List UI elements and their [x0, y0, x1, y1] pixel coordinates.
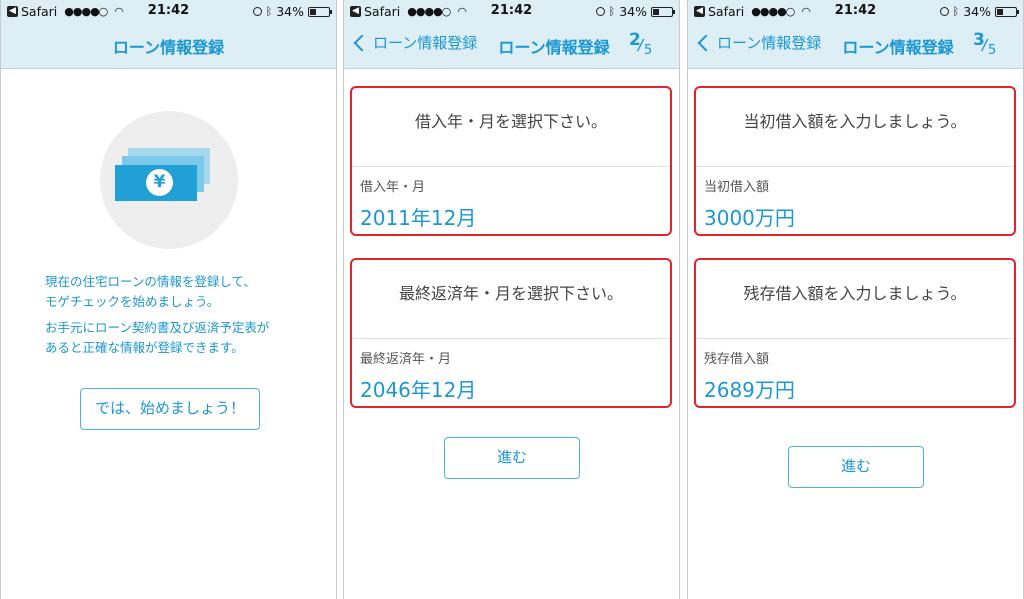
step-indicator: 2 / 5: [629, 30, 657, 58]
nav-bar: ローン情報登録 ローン情報登録 2 / 5: [344, 22, 679, 68]
loan-start-value[interactable]: 2011年12月: [360, 202, 476, 231]
screen-loan-dates: ◀ Safari ●●●●○ ◠ 21:42 ᛒ 34% ローン情報登録 ローン…: [343, 0, 680, 599]
nav-back-label: ローン情報登録: [373, 34, 478, 52]
nav-back-label: ローン情報登録: [717, 34, 822, 52]
screen-loan-amounts: ◀ Safari ●●●●○ ◠ 21:42 ᛒ 34% ローン情報登録 ローン…: [687, 0, 1024, 599]
initial-loan-card[interactable]: 当初借入額を入力しましょう。 当初借入額 3000万円: [694, 86, 1016, 236]
battery-icon: [651, 6, 675, 17]
step-total: 5: [644, 43, 653, 58]
field-label: 当初借入額: [704, 180, 770, 195]
header: ◀ Safari ●●●●○ ◠ 21:42 ᛒ 34% ローン情報登録 ローン…: [688, 0, 1023, 69]
page-title: ローン情報登録: [842, 38, 954, 57]
divider: [696, 338, 1014, 339]
intro-text: 現在の住宅ローンの情報を登録して、 モゲチェックを始めましょう。 お手元にローン…: [45, 272, 315, 364]
bluetooth-icon: ᛒ: [265, 5, 273, 18]
remaining-loan-value[interactable]: 2689万円: [704, 374, 795, 403]
status-bar: ◀ Safari ●●●●○ ◠ 21:42 ᛒ 34%: [344, 0, 679, 22]
yen-banknotes-icon: ¥: [100, 111, 238, 249]
bluetooth-icon: ᛒ: [952, 5, 960, 18]
header: ◀ Safari ●●●●○ ◠ 21:42 ᛒ 34% ローン情報登録 ローン…: [344, 0, 679, 69]
nav-back-button[interactable]: ローン情報登録: [352, 32, 477, 53]
status-bar: ◀ Safari ●●●●○ ◠ 21:42 ᛒ 34%: [1, 0, 336, 22]
rotation-lock-icon: [252, 7, 262, 16]
divider: [352, 338, 670, 339]
nav-bar: ローン情報登録: [1, 22, 336, 68]
rotation-lock-icon: [595, 7, 605, 16]
battery-percent: 34%: [276, 4, 304, 19]
card-question: 当初借入額を入力しましょう。: [743, 112, 967, 131]
status-bar: ◀ Safari ●●●●○ ◠ 21:42 ᛒ 34%: [688, 0, 1023, 22]
yen-coin-icon: ¥: [146, 169, 173, 196]
remaining-loan-card[interactable]: 残存借入額を入力しましょう。 残存借入額 2689万円: [694, 258, 1016, 408]
divider: [696, 166, 1014, 167]
intro-paragraph-1: 現在の住宅ローンの情報を登録して、 モゲチェックを始めましょう。: [45, 274, 256, 309]
chevron-left-icon: [697, 34, 715, 51]
start-button[interactable]: では、始めましょう！: [80, 388, 260, 430]
card-question: 最終返済年・月を選択下さい。: [398, 284, 623, 303]
loan-start-card[interactable]: 借入年・月を選択下さい。 借入年・月 2011年12月: [350, 86, 672, 236]
initial-loan-value[interactable]: 3000万円: [704, 202, 795, 231]
field-label: 残存借入額: [704, 352, 770, 367]
battery-percent: 34%: [963, 4, 991, 19]
next-button[interactable]: 進む: [788, 446, 924, 488]
battery-icon: [308, 6, 332, 17]
battery-percent: 34%: [619, 4, 647, 19]
loan-end-card[interactable]: 最終返済年・月を選択下さい。 最終返済年・月 2046年12月: [350, 258, 672, 408]
card-question: 残存借入額を入力しましょう。: [743, 284, 967, 303]
step-indicator: 3 / 5: [973, 30, 1001, 58]
chevron-left-icon: [353, 34, 371, 51]
rotation-lock-icon: [939, 7, 949, 16]
page-title: ローン情報登録: [498, 38, 610, 57]
page-title: ローン情報登録: [112, 38, 225, 57]
nav-bar: ローン情報登録 ローン情報登録 3 / 5: [688, 22, 1023, 68]
banknote-front: ¥: [115, 165, 197, 201]
screen-intro: ◀ Safari ●●●●○ ◠ 21:42 ᛒ 34% ローン情報登録 ¥ 現…: [0, 0, 337, 599]
field-label: 最終返済年・月: [360, 352, 452, 367]
header: ◀ Safari ●●●●○ ◠ 21:42 ᛒ 34% ローン情報登録: [1, 0, 336, 69]
battery-icon: [995, 6, 1019, 17]
step-total: 5: [988, 43, 997, 58]
bluetooth-icon: ᛒ: [608, 5, 616, 18]
card-question: 借入年・月を選択下さい。: [414, 112, 607, 131]
next-button[interactable]: 進む: [444, 437, 580, 479]
divider: [352, 166, 670, 167]
intro-paragraph-2: お手元にローン契約書及び返済予定表が あると正確な情報が登録できます。: [45, 320, 270, 355]
loan-end-value[interactable]: 2046年12月: [360, 374, 476, 403]
field-label: 借入年・月: [360, 180, 426, 195]
nav-back-button[interactable]: ローン情報登録: [696, 32, 821, 53]
